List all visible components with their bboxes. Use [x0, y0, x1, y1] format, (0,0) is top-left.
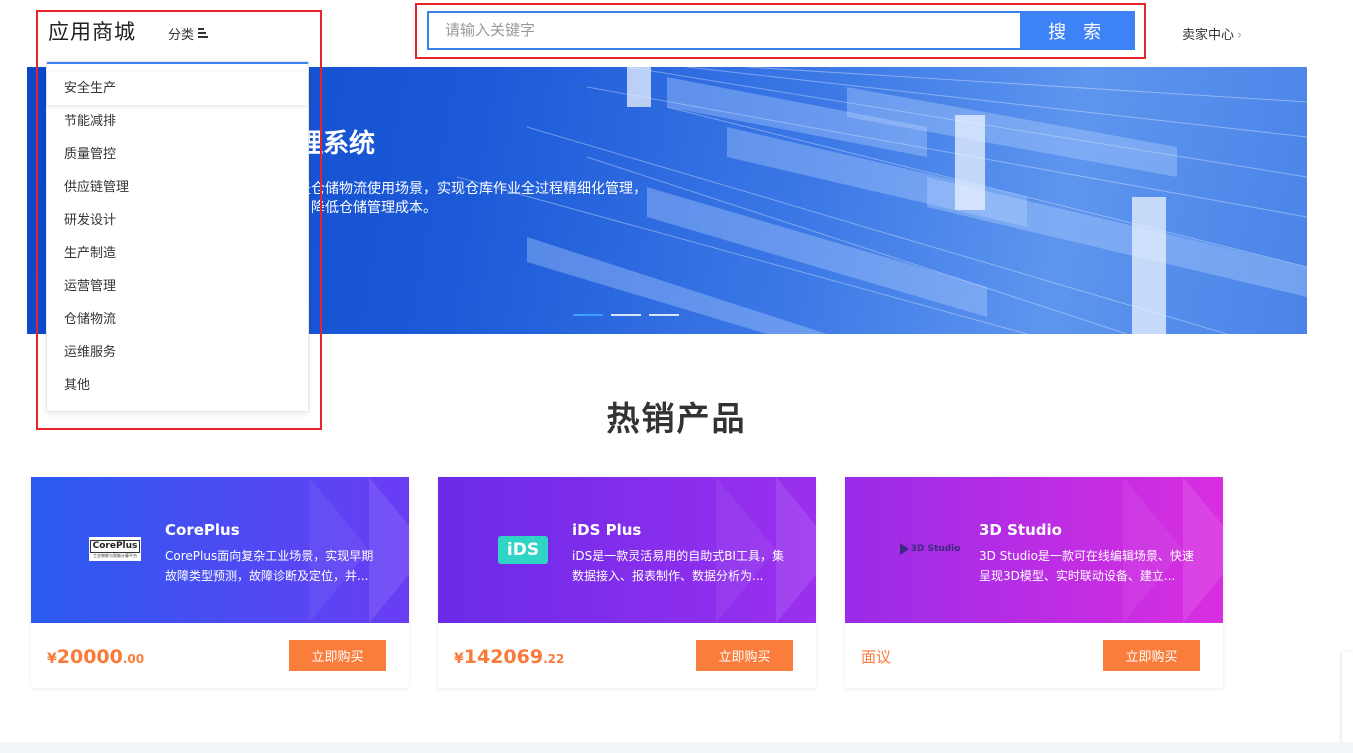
- search-input[interactable]: [427, 11, 1021, 50]
- category-label: 分类: [168, 28, 195, 43]
- carousel-dot[interactable]: [649, 314, 679, 316]
- product-card[interactable]: iDS iDS Plus iDS是一款灵活易用的自助式BI工具，集数据接入、报表…: [438, 477, 816, 688]
- product-price: ¥20000.00: [47, 646, 144, 668]
- category-item[interactable]: 节能减排: [47, 105, 308, 138]
- buy-now-button[interactable]: 立即购买: [289, 640, 386, 671]
- logo-text: iDS: [506, 540, 540, 560]
- price-integer: 20000: [56, 646, 123, 668]
- search-button[interactable]: 搜 索: [1020, 11, 1135, 50]
- product-price: ¥142069.22: [454, 646, 564, 668]
- banner-description: 盖仓储物流使用场景，实现仓库作业全过程精细化管理， ，降低仓储管理成本。: [297, 180, 697, 218]
- category-item[interactable]: 质量管控: [47, 138, 308, 171]
- side-float-panel[interactable]: [1342, 652, 1353, 753]
- category-item[interactable]: 生产制造: [47, 237, 308, 270]
- app-store-logo[interactable]: 应用商城: [48, 16, 136, 46]
- category-item[interactable]: 安全生产: [47, 72, 308, 105]
- product-card-header: 3D Studio 3D Studio 3D Studio是一款可在线编辑场景、…: [845, 477, 1223, 623]
- banner-desc-line: 盖仓储物流使用场景，实现仓库作业全过程精细化管理，: [297, 181, 647, 197]
- seller-center-label: 卖家中心: [1182, 28, 1235, 43]
- seller-center-link[interactable]: 卖家中心 ›: [1182, 24, 1242, 43]
- product-card-header: iDS iDS Plus iDS是一款灵活易用的自助式BI工具，集数据接入、报表…: [438, 477, 816, 623]
- category-item[interactable]: 供应链管理: [47, 171, 308, 204]
- product-description: iDS是一款灵活易用的自助式BI工具，集数据接入、报表制作、数据分析为...: [572, 549, 784, 583]
- product-card-header: CorePlus 工业物联与智能计算平台 CorePlus CorePlus面向…: [31, 477, 409, 623]
- play-icon: [899, 543, 909, 555]
- price-decimal: .22: [543, 652, 565, 666]
- buy-now-button[interactable]: 立即购买: [696, 640, 793, 671]
- category-item[interactable]: 研发设计: [47, 204, 308, 237]
- price-symbol: ¥: [454, 651, 464, 667]
- product-card[interactable]: CorePlus 工业物联与智能计算平台 CorePlus CorePlus面向…: [31, 477, 409, 688]
- category-dropdown: 安全生产 节能减排 质量管控 供应链管理 研发设计 生产制造 运营管理 仓储物流…: [46, 61, 309, 412]
- price-decimal: .00: [122, 652, 145, 666]
- category-item[interactable]: 仓储物流: [47, 303, 308, 336]
- category-toggle[interactable]: 分类: [168, 24, 209, 43]
- 3d-studio-logo: 3D Studio: [897, 537, 963, 561]
- ids-logo: iDS: [498, 536, 548, 564]
- hot-products-title: 热销产品: [606, 399, 747, 438]
- carousel-dot[interactable]: [573, 314, 603, 316]
- chevron-right-icon: ›: [1237, 28, 1243, 43]
- logo-text: CorePlus: [89, 539, 141, 553]
- logo-subtext: 工业物联与智能计算平台: [93, 552, 137, 558]
- price-symbol: ¥: [47, 651, 57, 667]
- carousel-dot[interactable]: [611, 314, 641, 316]
- search-bar: 搜 索: [427, 11, 1135, 50]
- category-item[interactable]: 运营管理: [47, 270, 308, 303]
- category-item[interactable]: 运维服务: [47, 336, 308, 369]
- product-card[interactable]: 3D Studio 3D Studio 3D Studio是一款可在线编辑场景、…: [845, 477, 1223, 688]
- product-description: CorePlus面向复杂工业场景，实现早期故障类型预测，故障诊断及定位，并...: [165, 549, 374, 583]
- menu-icon: [198, 28, 209, 39]
- coreplus-logo: CorePlus 工业物联与智能计算平台: [89, 537, 141, 561]
- product-description: 3D Studio是一款可在线编辑场景、快速呈现3D模型、实时联动设备、建立..…: [979, 549, 1194, 583]
- price-integer: 142069: [463, 646, 544, 668]
- banner-desc-line: ，降低仓储管理成本。: [297, 200, 437, 216]
- dropdown-accent-line: [47, 62, 308, 64]
- product-price: 面议: [861, 648, 892, 666]
- carousel-indicators: [573, 314, 679, 316]
- product-name: iDS Plus: [572, 521, 642, 539]
- buy-now-button[interactable]: 立即购买: [1103, 640, 1200, 671]
- product-name: CorePlus: [165, 521, 240, 539]
- logo-text: 3D Studio: [910, 544, 961, 554]
- footer-strip: [0, 742, 1353, 753]
- product-name: 3D Studio: [979, 521, 1062, 539]
